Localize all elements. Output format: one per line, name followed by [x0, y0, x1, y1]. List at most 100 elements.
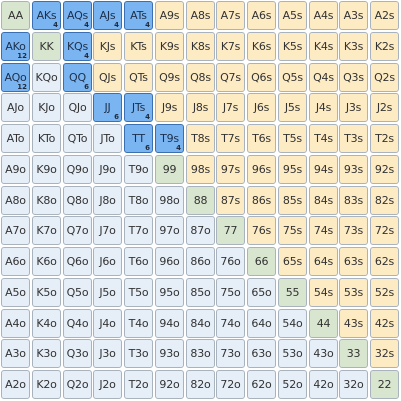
hand-cell-a2o[interactable]: A2o [1, 370, 30, 399]
hand-cell-t9o[interactable]: T9o [124, 155, 153, 184]
hand-cell-74s[interactable]: 74s [309, 216, 338, 245]
hand-cell-t4o[interactable]: T4o [124, 309, 153, 338]
hand-cell-42o[interactable]: 42o [309, 370, 338, 399]
hand-cell-93o[interactable]: 93o [155, 339, 184, 368]
hand-cell-99[interactable]: 99 [155, 155, 184, 184]
hand-cell-k9s[interactable]: K9s [155, 32, 184, 61]
hand-cell-73o[interactable]: 73o [216, 339, 245, 368]
hand-cell-75o[interactable]: 75o [216, 278, 245, 307]
hand-cell-t2s[interactable]: T2s [370, 124, 399, 153]
hand-cell-q6s[interactable]: Q6s [247, 63, 276, 92]
hand-cell-q9o[interactable]: Q9o [63, 155, 92, 184]
hand-cell-ajs[interactable]: AJs 4 [93, 1, 122, 30]
hand-cell-t3s[interactable]: T3s [339, 124, 368, 153]
hand-cell-65s[interactable]: 65s [278, 247, 307, 276]
hand-cell-t5o[interactable]: T5o [124, 278, 153, 307]
hand-cell-82s[interactable]: 82s [370, 186, 399, 215]
hand-cell-54o[interactable]: 54o [278, 309, 307, 338]
hand-cell-t9s[interactable]: T9s 4 [155, 124, 184, 153]
hand-cell-54s[interactable]: 54s [309, 278, 338, 307]
hand-cell-qjs[interactable]: QJs [93, 63, 122, 92]
hand-cell-a9s[interactable]: A9s [155, 1, 184, 30]
hand-cell-42s[interactable]: 42s [370, 309, 399, 338]
hand-cell-k8o[interactable]: K8o [32, 186, 61, 215]
hand-cell-55[interactable]: 55 [278, 278, 307, 307]
hand-cell-98o[interactable]: 98o [155, 186, 184, 215]
hand-cell-92o[interactable]: 92o [155, 370, 184, 399]
hand-cell-44[interactable]: 44 [309, 309, 338, 338]
hand-cell-j3o[interactable]: J3o [93, 339, 122, 368]
hand-cell-76o[interactable]: 76o [216, 247, 245, 276]
hand-cell-jto[interactable]: JTo [93, 124, 122, 153]
hand-cell-aqs[interactable]: AQs 4 [63, 1, 92, 30]
hand-cell-t8o[interactable]: T8o [124, 186, 153, 215]
hand-cell-k2s[interactable]: K2s [370, 32, 399, 61]
hand-cell-q7o[interactable]: Q7o [63, 216, 92, 245]
hand-cell-94s[interactable]: 94s [309, 155, 338, 184]
hand-cell-jts[interactable]: JTs 4 [124, 93, 153, 122]
hand-cell-j5o[interactable]: J5o [93, 278, 122, 307]
hand-cell-k4s[interactable]: K4s [309, 32, 338, 61]
hand-cell-ako[interactable]: AKo 12 [1, 32, 30, 61]
hand-cell-83o[interactable]: 83o [186, 339, 215, 368]
hand-cell-ato[interactable]: ATo [1, 124, 30, 153]
hand-cell-j6o[interactable]: J6o [93, 247, 122, 276]
hand-cell-a4o[interactable]: A4o [1, 309, 30, 338]
hand-cell-95s[interactable]: 95s [278, 155, 307, 184]
hand-cell-95o[interactable]: 95o [155, 278, 184, 307]
hand-cell-aks[interactable]: AKs 4 [32, 1, 61, 30]
hand-cell-87o[interactable]: 87o [186, 216, 215, 245]
hand-cell-j7s[interactable]: J7s [216, 93, 245, 122]
hand-cell-q6o[interactable]: Q6o [63, 247, 92, 276]
hand-cell-j9s[interactable]: J9s [155, 93, 184, 122]
hand-cell-66[interactable]: 66 [247, 247, 276, 276]
hand-cell-kto[interactable]: KTo [32, 124, 61, 153]
hand-cell-86o[interactable]: 86o [186, 247, 215, 276]
hand-cell-85s[interactable]: 85s [278, 186, 307, 215]
hand-cell-kqs[interactable]: KQs 4 [63, 32, 92, 61]
hand-cell-t6s[interactable]: T6s [247, 124, 276, 153]
hand-cell-j4o[interactable]: J4o [93, 309, 122, 338]
hand-cell-k6o[interactable]: K6o [32, 247, 61, 276]
hand-cell-j7o[interactable]: J7o [93, 216, 122, 245]
hand-cell-q5o[interactable]: Q5o [63, 278, 92, 307]
hand-cell-q3o[interactable]: Q3o [63, 339, 92, 368]
hand-cell-k3s[interactable]: K3s [339, 32, 368, 61]
hand-cell-84o[interactable]: 84o [186, 309, 215, 338]
hand-cell-kts[interactable]: KTs [124, 32, 153, 61]
hand-cell-a4s[interactable]: A4s [309, 1, 338, 30]
hand-cell-k6s[interactable]: K6s [247, 32, 276, 61]
hand-cell-aqo[interactable]: AQo 12 [1, 63, 30, 92]
hand-cell-a9o[interactable]: A9o [1, 155, 30, 184]
hand-cell-t8s[interactable]: T8s [186, 124, 215, 153]
hand-cell-93s[interactable]: 93s [339, 155, 368, 184]
hand-cell-52s[interactable]: 52s [370, 278, 399, 307]
hand-cell-t7s[interactable]: T7s [216, 124, 245, 153]
hand-cell-a6s[interactable]: A6s [247, 1, 276, 30]
hand-cell-63o[interactable]: 63o [247, 339, 276, 368]
hand-cell-kjo[interactable]: KJo [32, 93, 61, 122]
hand-cell-j2o[interactable]: J2o [93, 370, 122, 399]
hand-cell-j5s[interactable]: J5s [278, 93, 307, 122]
hand-cell-a5o[interactable]: A5o [1, 278, 30, 307]
hand-cell-q2o[interactable]: Q2o [63, 370, 92, 399]
hand-cell-84s[interactable]: 84s [309, 186, 338, 215]
hand-cell-j2s[interactable]: J2s [370, 93, 399, 122]
hand-cell-ats[interactable]: ATs 4 [124, 1, 153, 30]
hand-cell-32o[interactable]: 32o [339, 370, 368, 399]
hand-cell-tt[interactable]: TT 6 [124, 124, 153, 153]
hand-cell-k2o[interactable]: K2o [32, 370, 61, 399]
hand-cell-87s[interactable]: 87s [216, 186, 245, 215]
hand-cell-qq[interactable]: QQ 6 [63, 63, 92, 92]
hand-cell-76s[interactable]: 76s [247, 216, 276, 245]
hand-cell-a7o[interactable]: A7o [1, 216, 30, 245]
hand-cell-64s[interactable]: 64s [309, 247, 338, 276]
hand-cell-88[interactable]: 88 [186, 186, 215, 215]
hand-cell-q8o[interactable]: Q8o [63, 186, 92, 215]
hand-cell-62o[interactable]: 62o [247, 370, 276, 399]
hand-cell-a8s[interactable]: A8s [186, 1, 215, 30]
hand-cell-q3s[interactable]: Q3s [339, 63, 368, 92]
hand-cell-52o[interactable]: 52o [278, 370, 307, 399]
hand-cell-98s[interactable]: 98s [186, 155, 215, 184]
hand-cell-96s[interactable]: 96s [247, 155, 276, 184]
